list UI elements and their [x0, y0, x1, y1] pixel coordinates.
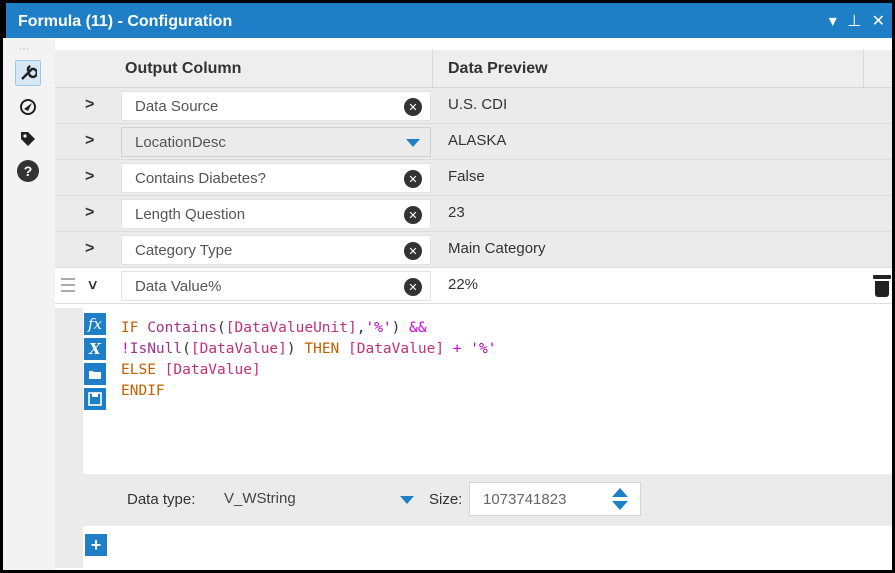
data-type-select[interactable]: V_WString: [212, 482, 422, 516]
size-label: Size:: [429, 491, 463, 508]
clear-icon[interactable]: ✕: [404, 278, 422, 296]
window-title: Formula (11) - Configuration: [18, 13, 233, 30]
chevron-down-icon[interactable]: [400, 496, 414, 504]
table-row[interactable]: > LocationDesc ALASKA: [55, 124, 892, 160]
preview-value: ALASKA: [448, 132, 507, 149]
preview-value: Main Category: [448, 240, 546, 257]
expand-chevron-icon[interactable]: >: [85, 204, 94, 222]
expand-chevron-icon[interactable]: >: [85, 96, 94, 114]
output-column-select[interactable]: LocationDesc: [121, 127, 431, 157]
expression-editor[interactable]: fx X IF Contains([DataValueUnit],'%') &&…: [55, 308, 892, 568]
tool-sidebar: ⋯ ?: [3, 38, 55, 570]
size-stepper[interactable]: 1073741823: [469, 482, 641, 516]
output-column-field[interactable]: Length Question ✕: [121, 199, 431, 229]
data-type-label: Data type:: [127, 491, 196, 508]
tag-icon[interactable]: [15, 126, 41, 152]
add-row-area: +: [55, 526, 892, 566]
output-column-field[interactable]: Data Value% ✕: [121, 271, 431, 301]
clear-icon[interactable]: ✕: [404, 170, 422, 188]
close-icon[interactable]: ✕: [872, 13, 885, 30]
pin-icon[interactable]: ⊥: [847, 13, 861, 30]
spinner-icon[interactable]: [612, 488, 628, 512]
output-column-field[interactable]: Contains Diabetes? ✕: [121, 163, 431, 193]
preview-value: False: [448, 168, 485, 185]
drag-handle-icon[interactable]: [61, 278, 75, 296]
preview-value: 22%: [448, 276, 479, 293]
dropdown-icon[interactable]: ▾: [829, 13, 837, 30]
table-row[interactable]: > Contains Diabetes? ✕ False: [55, 160, 892, 196]
data-type-bar: Data type: V_WString Size: 1073741823: [55, 474, 892, 526]
expand-chevron-icon[interactable]: >: [85, 132, 94, 150]
table-row[interactable]: > Data Source ✕ U.S. CDI: [55, 88, 892, 124]
output-column-field[interactable]: Category Type ✕: [121, 235, 431, 265]
grip-icon[interactable]: ⋯: [19, 44, 30, 55]
formula-config-panel: Formula (11) - Configuration ▾ ⊥ ✕ ⋯ ? O…: [0, 0, 895, 573]
output-column-field[interactable]: Data Source ✕: [121, 91, 431, 121]
expression-text[interactable]: IF Contains([DataValueUnit],'%') && !IsN…: [121, 318, 496, 402]
expand-chevron-icon[interactable]: >: [85, 240, 94, 258]
grid-header: Output Column Data Preview: [55, 50, 892, 88]
table-row-expanded[interactable]: > Data Value% ✕ 22%: [55, 268, 892, 304]
function-icon[interactable]: fx: [84, 313, 106, 335]
clear-icon[interactable]: ✕: [404, 206, 422, 224]
expand-chevron-icon[interactable]: >: [85, 168, 94, 186]
collapse-chevron-icon[interactable]: >: [83, 280, 101, 289]
clear-icon[interactable]: ✕: [404, 242, 422, 260]
window-titlebar: Formula (11) - Configuration ▾ ⊥ ✕: [3, 0, 892, 38]
table-row[interactable]: > Category Type ✕ Main Category: [55, 232, 892, 268]
folder-open-icon[interactable]: [84, 363, 106, 385]
data-preview-header: Data Preview: [448, 60, 548, 77]
output-column-header: Output Column: [125, 60, 242, 77]
clear-icon[interactable]: ✕: [404, 98, 422, 116]
chevron-down-icon[interactable]: [406, 139, 420, 147]
trash-icon[interactable]: [873, 275, 891, 297]
wrench-icon[interactable]: [15, 60, 41, 86]
save-icon[interactable]: [84, 388, 106, 410]
preview-value: U.S. CDI: [448, 96, 508, 113]
help-icon[interactable]: ?: [15, 158, 41, 184]
variable-icon[interactable]: X: [84, 338, 106, 360]
table-row[interactable]: > Length Question ✕ 23: [55, 196, 892, 232]
navigate-icon[interactable]: [15, 94, 41, 120]
preview-value: 23: [448, 204, 465, 221]
add-formula-button[interactable]: +: [85, 534, 107, 556]
